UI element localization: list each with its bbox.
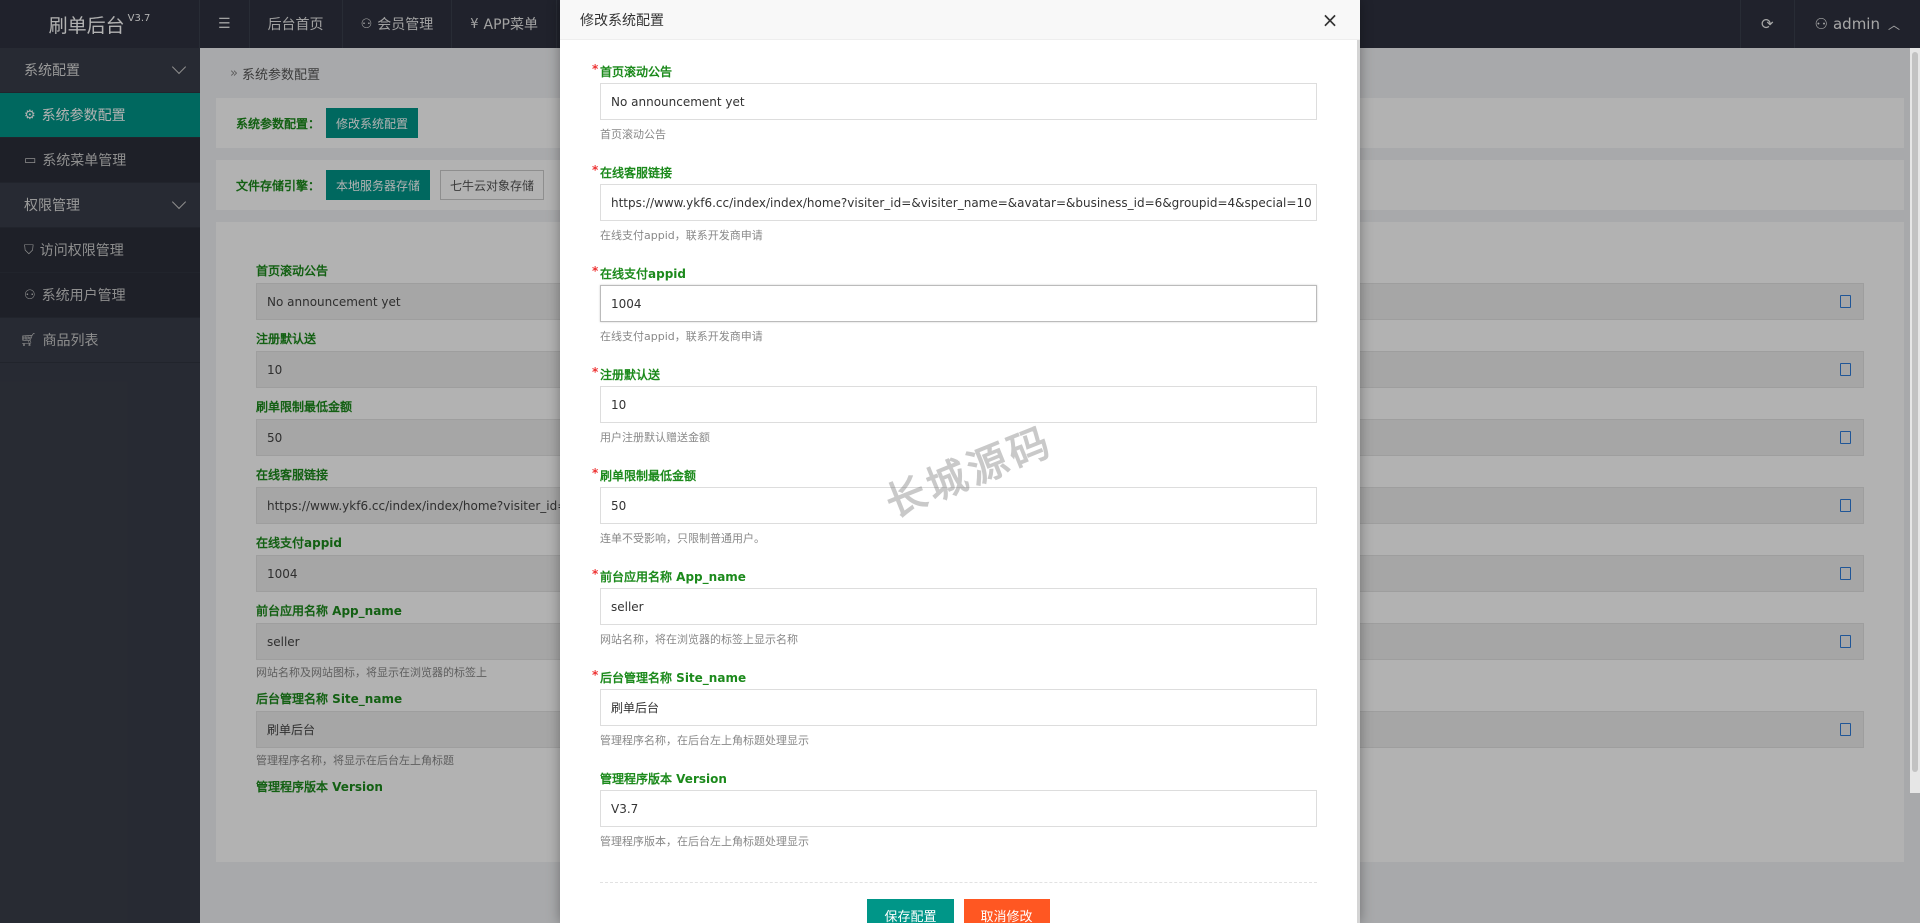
field-label: * 前台应用名称 App_name [592,567,1320,585]
field-label: * 在线客服链接 [592,163,1320,181]
field-label-text: 在线支付appid [600,267,686,281]
field-label-text: 刷单限制最低金额 [600,469,697,483]
modal-body: * 首页滚动公告 No announcement yet 首页滚动公告 * 在线客服… [560,40,1360,923]
site-name-input[interactable]: 刷单后台 [600,689,1317,726]
modal-footer: 保存配置 取消修改 [600,882,1317,923]
required-mark: * [592,567,599,581]
modal-field-app-name: * 前台应用名称 App_name seller 网站名称，将在浏览器的标签上显示… [592,567,1320,670]
field-label-text: 首页滚动公告 [600,65,673,79]
appid-input[interactable]: 1004 [600,285,1317,322]
field-hint: 网站名称，将在浏览器的标签上显示名称 [600,633,798,646]
field-hint: 管理程序版本，在后台左上角标题处理显示 [600,835,809,848]
page-scrollbar-thumb[interactable] [1912,52,1918,772]
page-scrollbar[interactable] [1910,48,1920,793]
service-url-input[interactable]: https://www.ykf6.cc/index/index/home?vis… [600,184,1317,221]
announcement-input[interactable]: No announcement yet [600,83,1317,120]
field-hint: 连单不受影响，只限制普通用户。 [600,532,765,545]
modal-field-appid: * 在线支付appid 1004 在线支付appid，联系开发商申请 [592,264,1320,367]
field-label: * 后台管理名称 Site_name [592,668,1320,686]
app-root: 刷单后台 V3.7 ☰ 后台首页 ⚇ 会员管理 ¥ APP菜单 ⟳ ⚇ admin ︿ 系… [0,0,1920,923]
min-amount-input[interactable]: 50 [600,487,1317,524]
required-mark: * [592,163,599,177]
field-hint: 在线支付appid，联系开发商申请 [600,330,763,343]
version-input[interactable]: V3.7 [600,790,1317,827]
field-label: * 在线支付appid [592,264,1320,282]
modal-field-service-url: * 在线客服链接 https://www.ykf6.cc/index/index/… [592,163,1320,266]
field-hint: 用户注册默认赠送金额 [600,431,710,444]
required-mark: * [592,668,599,682]
close-icon[interactable]: × [1320,10,1340,30]
required-mark: * [592,466,599,480]
field-label: * 刷单限制最低金额 [592,466,1320,484]
field-label-text: 在线客服链接 [600,166,673,180]
field-label-text: 前台应用名称 App_name [600,570,746,584]
field-label: 管理程序版本 Version [600,771,1320,787]
register-bonus-input[interactable]: 10 [600,386,1317,423]
field-label-text: 后台管理名称 Site_name [600,671,747,685]
required-mark: * [592,62,599,76]
field-hint: 管理程序名称，在后台左上角标题处理显示 [600,734,809,747]
modal-title: 修改系统配置 [580,12,664,29]
field-label-text: 注册默认送 [600,368,661,382]
required-mark: * [592,264,599,278]
modal-header: 修改系统配置 × [560,0,1360,40]
field-hint: 首页滚动公告 [600,128,666,141]
modal-field-min-amount: * 刷单限制最低金额 50 连单不受影响，只限制普通用户。 [592,466,1320,569]
field-label-text: 管理程序版本 Version [600,772,727,786]
modal-field-version: 管理程序版本 Version V3.7 管理程序版本，在后台左上角标题处理显示 [600,771,1320,872]
field-label: * 首页滚动公告 [592,62,1320,80]
field-hint: 在线支付appid，联系开发商申请 [600,229,763,242]
app-name-input[interactable]: seller [600,588,1317,625]
cancel-edit-button[interactable]: 取消修改 [963,899,1050,923]
field-label: * 注册默认送 [592,365,1320,383]
modal-scrollbar[interactable] [1357,40,1360,923]
modal-field-site-name: * 后台管理名称 Site_name 刷单后台 管理程序名称，在后台左上角标题处理… [592,668,1320,771]
required-mark: * [592,365,599,379]
modal-field-announcement: * 首页滚动公告 No announcement yet 首页滚动公告 [592,62,1320,165]
edit-config-modal: 修改系统配置 × * 首页滚动公告 No announcement yet 首页滚… [560,0,1360,923]
modal-field-register-bonus: * 注册默认送 10 用户注册默认赠送金额 [592,365,1320,468]
save-config-button[interactable]: 保存配置 [867,899,954,923]
